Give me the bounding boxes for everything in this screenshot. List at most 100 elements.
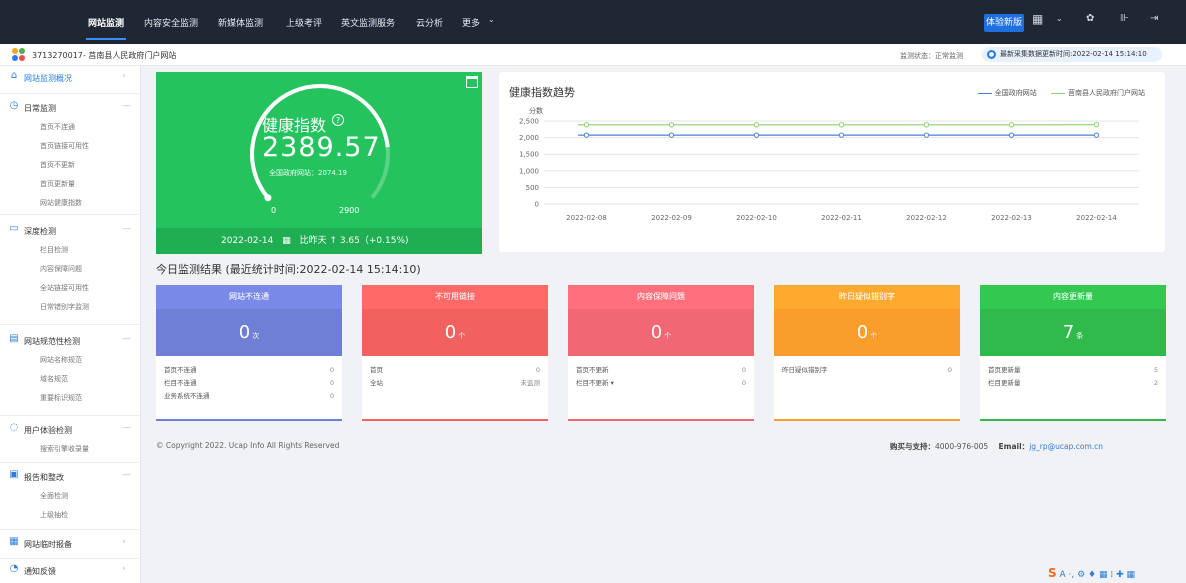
sidebar-subitem[interactable]: 首页更新量 — [0, 175, 140, 194]
card-value[interactable]: 7条 — [980, 309, 1166, 356]
sidebar-subitem[interactable]: 首页链接可用性 — [0, 137, 140, 156]
card-row[interactable]: 栏目更新量 2 — [988, 377, 1158, 390]
sidebar-subitem[interactable]: 网站健康指数 — [0, 194, 140, 213]
card-value-number: 0 — [650, 322, 663, 343]
national-average: 全国政府网站：2074.19 — [269, 169, 347, 177]
card-value[interactable]: 0个 — [568, 309, 754, 356]
card-value-number: 7 — [1062, 322, 1075, 343]
gauge-min: 0 — [271, 206, 277, 215]
gauge-marker — [264, 194, 272, 202]
ime-tools-icon[interactable]: A ·, ⚙ ♦ ▦ ⁞ ✚ ▦ — [1060, 570, 1135, 580]
card-row-label: 昨日疑似错别字 — [782, 366, 828, 374]
card-updates: 内容更新量 7 条首页更新量 5 栏目更新量 2 — [980, 285, 1166, 421]
sidebar-item-standards[interactable]: ▤ 网站规范性检测 — — [0, 331, 140, 351]
sidebar-group-deep: ▭ 深度检测 — 栏目检测 内容保障问题 全站链接可用性 日常错别字监测 — [0, 221, 140, 317]
sidebar-subitem[interactable]: 网站名称规范 — [0, 351, 140, 370]
nav-cloud-analysis[interactable]: 云分析 — [416, 16, 443, 29]
card-unreachable: 网站不连通 0 次首页不连通 0 栏目不连通 0 业务系统不连通 0 — [156, 285, 342, 421]
sidebar-item-ux[interactable]: ◌ 用户体验检测 — — [0, 420, 140, 440]
card-row[interactable]: 首页更新量 5 — [988, 364, 1158, 377]
nav-website-monitor[interactable]: 网站监测 — [88, 16, 124, 29]
card-row[interactable]: 昨日疑似错别字 0 — [782, 364, 952, 377]
sidebar-item-daily[interactable]: ◷ 日常监测 — — [0, 98, 140, 118]
card-row-label: 栏目更新量 — [988, 379, 1021, 387]
sidebar-subitem[interactable]: 重要标识规范 — [0, 389, 140, 408]
card-value-number: 0 — [238, 322, 251, 343]
logout-icon[interactable]: ⇥ — [1150, 13, 1158, 24]
health-index-value: 2389.57 — [262, 132, 381, 163]
x-tick-label: 2022-02-11 — [821, 214, 862, 222]
sidebar-subitem[interactable]: 首页不连通 — [0, 118, 140, 137]
sidebar-item-label: 网站临时报备 — [24, 540, 72, 549]
card-row[interactable]: 栏目不连通 0 — [164, 377, 334, 390]
sidebar-item-deep[interactable]: ▭ 深度检测 — — [0, 221, 140, 241]
card-header[interactable]: 内容保障问题 — [568, 285, 754, 309]
card-row[interactable]: 首页不连通 0 — [164, 364, 334, 377]
user-icon[interactable]: ⊪ — [1120, 13, 1129, 24]
home-icon: ⌂ — [10, 70, 18, 81]
sidebar-subitem[interactable]: 首页不更新 — [0, 156, 140, 175]
expand-icon[interactable] — [466, 76, 478, 88]
card-value[interactable]: 0个 — [362, 309, 548, 356]
top-nav-bar: 网站监测 内容安全监测 新媒体监测 上级考评 英文监测服务 云分析 更多 ⌄ 体… — [0, 0, 1186, 44]
data-point — [923, 132, 930, 138]
data-point — [668, 122, 675, 128]
sidebar-subitem[interactable]: 全站链接可用性 — [0, 279, 140, 298]
chevron-right-icon: › — [122, 564, 126, 574]
trial-new-version-button[interactable]: 体验新版 — [984, 14, 1024, 32]
sidebar-subitem[interactable]: 上级抽检 — [0, 506, 140, 525]
card-row[interactable]: 首页不更新 0 — [576, 364, 746, 377]
card-header[interactable]: 不可用链接 — [362, 285, 548, 309]
sidebar-item-reports[interactable]: ▣ 报告和整改 — — [0, 467, 140, 487]
y-tick-label: 1,000 — [519, 167, 539, 175]
nav-more[interactable]: 更多 — [462, 16, 480, 29]
card-header[interactable]: 内容更新量 — [980, 285, 1166, 309]
sidebar-subitem[interactable]: 搜索引擎收录量 — [0, 440, 140, 459]
sogou-icon[interactable]: S — [1048, 566, 1057, 580]
chevron-down-icon[interactable]: ⌄ — [1056, 14, 1063, 23]
chevron-down-icon[interactable]: ⌄ — [488, 15, 495, 24]
sidebar-subitem[interactable]: 域名规范 — [0, 370, 140, 389]
x-tick-label: 2022-02-14 — [1076, 214, 1117, 222]
calendar-icon[interactable]: ▦ — [282, 236, 291, 246]
calendar-icon: ▦ — [9, 536, 19, 547]
collapse-icon: — — [122, 334, 131, 344]
sidebar-subitem[interactable]: 全面检测 — [0, 487, 140, 506]
nav-content-security[interactable]: 内容安全监测 — [144, 16, 198, 29]
x-tick-label: 2022-02-13 — [991, 214, 1032, 222]
sidebar-subitem[interactable]: 日常错别字监测 — [0, 298, 140, 317]
site-logo — [12, 48, 26, 62]
card-row[interactable]: 首页 0 — [370, 364, 540, 377]
card-row-value: 5 — [1153, 366, 1158, 374]
card-value[interactable]: 0次 — [156, 309, 342, 356]
card-rows: 首页更新量 5 栏目更新量 2 — [980, 356, 1166, 390]
data-point — [1093, 121, 1100, 128]
card-value-unit: 条 — [1076, 332, 1084, 340]
bell-icon: ◔ — [9, 563, 19, 574]
card-row[interactable]: 业务系统不连通 0 — [164, 390, 334, 403]
monitor-icon: ▭ — [9, 223, 19, 234]
gear-icon[interactable]: ✿ — [1086, 13, 1094, 24]
nav-english-monitor[interactable]: 英文监测服务 — [341, 16, 395, 29]
card-row-value: 0 — [329, 392, 334, 400]
card-header[interactable]: 昨日疑似错别字 — [774, 285, 960, 309]
card-row-label: 业务系统不连通 — [164, 392, 210, 400]
report-icon: ▣ — [9, 469, 19, 480]
ime-toolbar[interactable]: S A ·, ⚙ ♦ ▦ ⁞ ✚ ▦ — [1048, 566, 1135, 580]
sidebar-item-label: 深度检测 — [24, 227, 56, 236]
sidebar-item-overview[interactable]: ⌂ 网站监测概况 › — [0, 68, 140, 88]
nav-new-media[interactable]: 新媒体监测 — [218, 16, 263, 29]
card-row[interactable]: 栏目不更新 ▾ 0 — [576, 377, 746, 390]
sidebar-subitem[interactable]: 内容保障问题 — [0, 260, 140, 279]
qr-code-icon[interactable]: ▦ — [1032, 12, 1043, 26]
support-email[interactable]: jg_rp@ucap.com.cn — [1029, 442, 1103, 451]
help-icon[interactable]: ? — [332, 114, 344, 126]
card-value[interactable]: 0个 — [774, 309, 960, 356]
sidebar-subitem[interactable]: 栏目检测 — [0, 241, 140, 260]
sidebar-item-notify[interactable]: ◔ 通知反馈 › — [0, 561, 140, 581]
trend-chart: 分数 0 500 1,000 1,500 2,000 2,500 2022-02-08 2022… — [519, 106, 1139, 222]
card-header[interactable]: 网站不连通 — [156, 285, 342, 309]
sidebar-item-filing[interactable]: ▦ 网站临时报备 › — [0, 534, 140, 554]
card-row[interactable]: 全站 未监测 — [370, 377, 540, 390]
nav-superior-evaluation[interactable]: 上级考评 — [286, 16, 322, 29]
